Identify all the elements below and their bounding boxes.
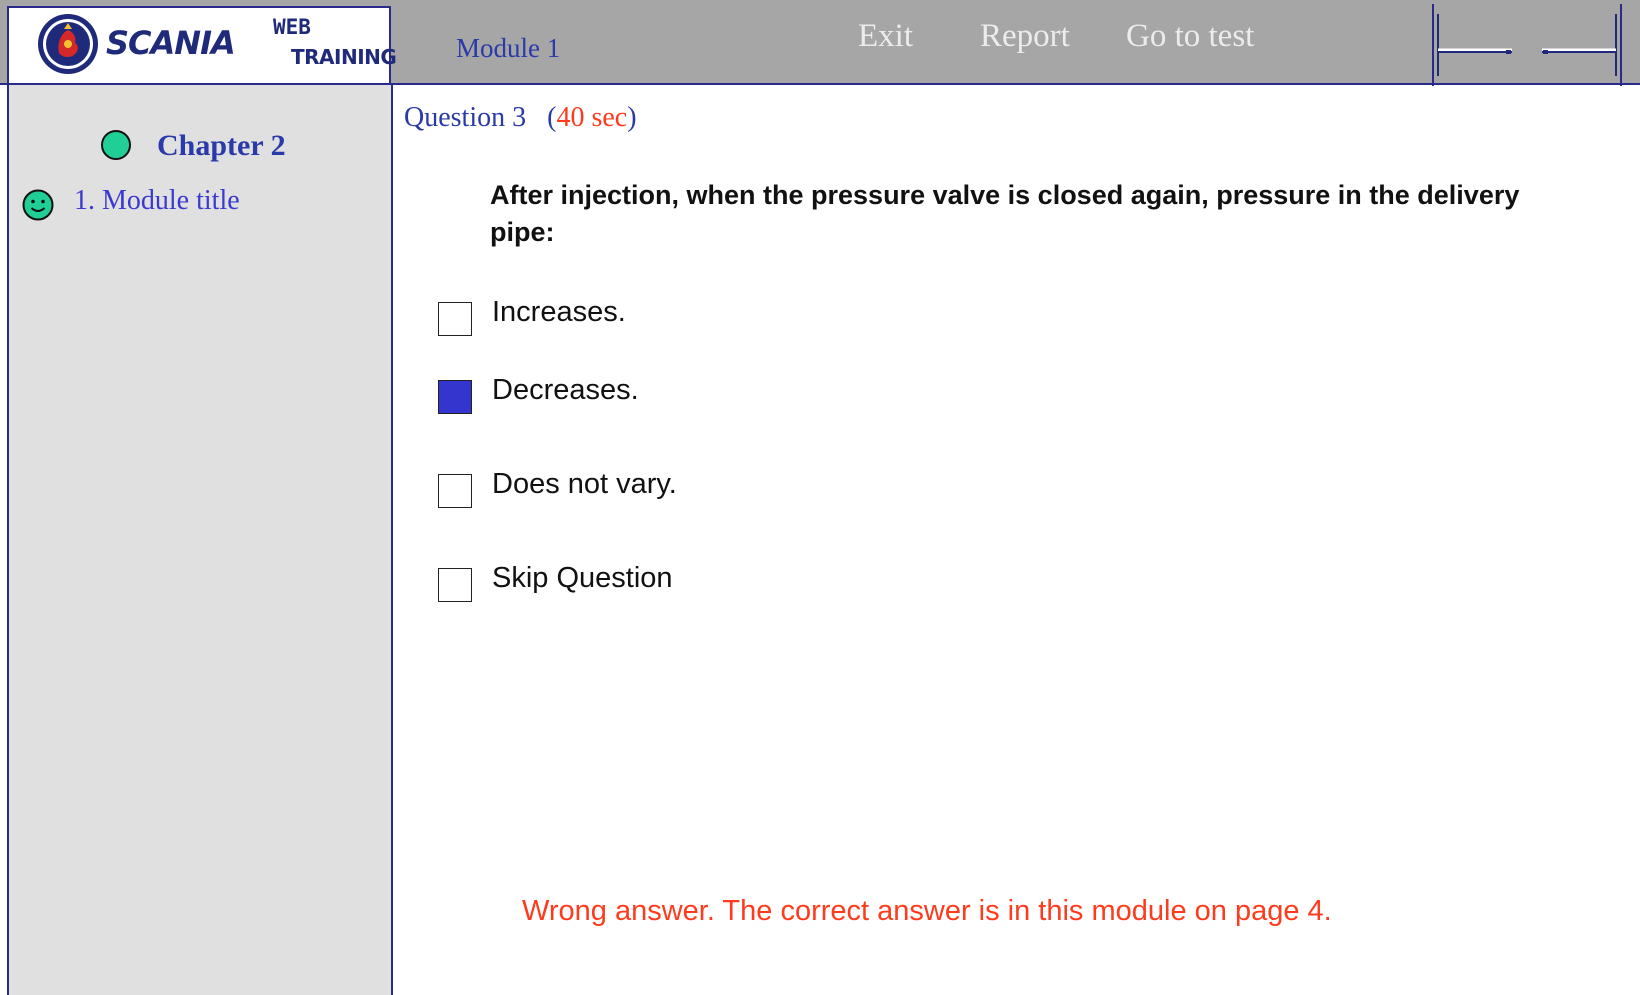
answer-checkbox[interactable] (438, 568, 472, 602)
arrow-left-icon[interactable] (1436, 10, 1522, 80)
answer-label: Skip Question (492, 562, 673, 594)
smiley-icon (22, 189, 54, 221)
logo-web-text: WEB (273, 15, 311, 39)
exit-link[interactable]: Exit (858, 18, 913, 55)
answer-label: Increases. (492, 296, 626, 328)
page-navigation (1432, 4, 1622, 86)
scania-griffin-emblem-icon (38, 14, 98, 74)
answer-feedback: Wrong answer. The correct answer is in t… (522, 895, 1332, 927)
chapter-status-icon (101, 130, 131, 160)
question-header: Question 3 (40 sec) (404, 102, 637, 134)
scania-web-training-logo: SCANIA WEB TRAINING (7, 6, 397, 85)
answer-checkbox[interactable] (438, 474, 472, 508)
top-bar: SCANIA WEB TRAINING Module 1 Exit Report… (0, 0, 1640, 86)
question-text: After injection, when the pressure valve… (490, 180, 1520, 247)
chapter-label[interactable]: Chapter 2 (157, 129, 286, 163)
go-to-test-link[interactable]: Go to test (1126, 18, 1254, 55)
question-timer: 40 sec (556, 102, 628, 133)
module-title: Module 1 (456, 33, 561, 63)
sidebar-item-module-title[interactable]: 1. Module title (22, 185, 382, 225)
answer-label: Decreases. (492, 374, 639, 406)
logo-wordmark: SCANIA (106, 24, 236, 62)
sidebar: Chapter 2 1. Module title (7, 85, 393, 995)
arrow-right-icon[interactable] (1532, 10, 1618, 80)
logo-training-text: TRAINING (291, 45, 397, 69)
answer-label: Does not vary. (492, 468, 677, 500)
question-number: Question 3 (404, 102, 527, 133)
report-link[interactable]: Report (980, 18, 1070, 55)
timer-close: ) (627, 102, 637, 133)
answer-checkbox-checked[interactable] (438, 380, 472, 414)
sidebar-item-label: 1. Module title (74, 185, 240, 216)
answer-checkbox[interactable] (438, 302, 472, 336)
